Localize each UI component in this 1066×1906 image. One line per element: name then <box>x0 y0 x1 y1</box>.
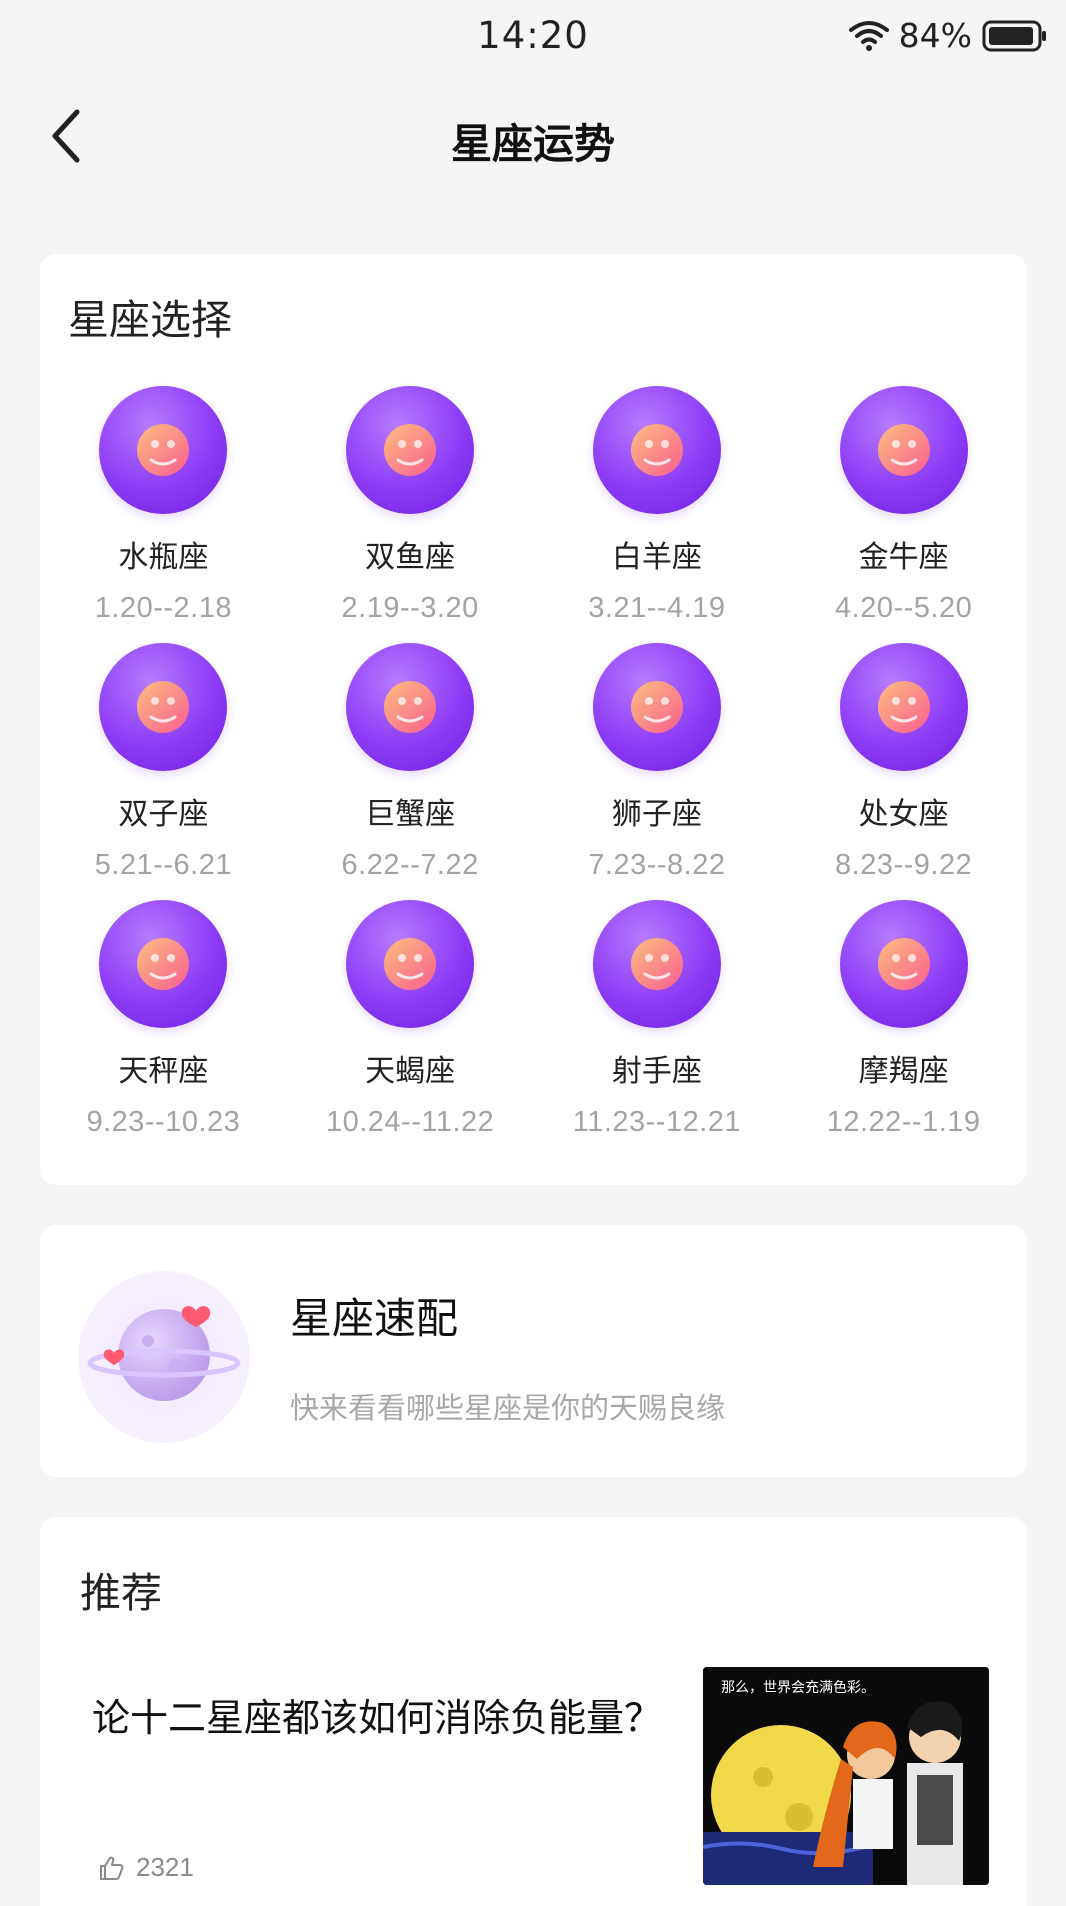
article-thumbnail: 那么，世界会充满色彩。 <box>703 1667 989 1885</box>
capricorn-icon <box>839 900 968 1028</box>
zodiac-name: 双鱼座 <box>365 540 456 575</box>
zodiac-item[interactable]: 金牛座 4.20--5.20 <box>780 386 1027 643</box>
zodiac-item[interactable]: 处女座 8.23--9.22 <box>780 643 1027 900</box>
status-indicators: 84% <box>848 16 1048 55</box>
zodiac-item[interactable]: 双鱼座 2.19--3.20 <box>287 386 534 643</box>
zodiac-name: 水瓶座 <box>118 540 209 575</box>
planet-hearts-icon <box>78 1271 250 1443</box>
zodiac-dates: 6.22--7.22 <box>341 849 479 881</box>
match-subtitle: 快来看看哪些星座是你的天赐良缘 <box>290 1391 726 1425</box>
thumbnail-caption: 那么，世界会充满色彩。 <box>721 1680 875 1696</box>
sagittarius-icon <box>592 900 721 1028</box>
leo-icon <box>592 643 721 771</box>
zodiac-dates: 8.23--9.22 <box>835 849 973 881</box>
zodiac-item[interactable]: 双子座 5.21--6.21 <box>40 643 287 900</box>
taurus-icon <box>839 386 968 514</box>
zodiac-name: 金牛座 <box>858 540 949 575</box>
cancer-icon <box>346 643 475 771</box>
pisces-icon <box>346 386 475 514</box>
virgo-icon <box>839 643 968 771</box>
aquarius-icon <box>99 386 228 514</box>
zodiac-name: 射手座 <box>611 1054 702 1089</box>
zodiac-name: 双子座 <box>118 797 209 832</box>
zodiac-name: 巨蟹座 <box>365 797 456 832</box>
zodiac-dates: 12.22--1.19 <box>826 1106 981 1138</box>
zodiac-match-card[interactable]: 星座速配 快来看看哪些星座是你的天赐良缘 <box>40 1225 1027 1477</box>
zodiac-item[interactable]: 射手座 11.23--12.21 <box>534 900 781 1157</box>
zodiac-dates: 10.24--11.22 <box>325 1106 495 1138</box>
zodiac-item[interactable]: 水瓶座 1.20--2.18 <box>40 386 287 643</box>
zodiac-item[interactable]: 巨蟹座 6.22--7.22 <box>287 643 534 900</box>
wifi-icon <box>848 20 889 51</box>
zodiac-dates: 5.21--6.21 <box>94 849 232 881</box>
zodiac-dates: 2.19--3.20 <box>341 592 479 624</box>
recommend-card: 推荐 论十二星座都该如何消除负能量？ 2321 那么，世界会充满色彩。 <box>40 1517 1027 1906</box>
page-title: 星座运势 <box>451 120 615 168</box>
zodiac-name: 天秤座 <box>118 1054 209 1089</box>
recommend-title: 推荐 <box>80 1569 162 1617</box>
battery-percent: 84% <box>898 16 972 55</box>
article-title: 论十二星座都该如何消除负能量？ <box>92 1696 663 1740</box>
zodiac-dates: 1.20--2.18 <box>94 592 232 624</box>
anime-moon-image <box>703 1667 989 1885</box>
zodiac-item[interactable]: 天蝎座 10.24--11.22 <box>287 900 534 1157</box>
zodiac-dates: 4.20--5.20 <box>835 592 973 624</box>
zodiac-dates: 3.21--4.19 <box>588 592 726 624</box>
scorpio-icon <box>346 900 475 1028</box>
likes-count: 2321 <box>136 1852 194 1882</box>
match-title: 星座速配 <box>290 1294 459 1343</box>
zodiac-name: 狮子座 <box>611 797 702 832</box>
zodiac-item[interactable]: 白羊座 3.21--4.19 <box>534 386 781 643</box>
zodiac-name: 天蝎座 <box>365 1054 456 1089</box>
zodiac-item[interactable]: 天秤座 9.23--10.23 <box>40 900 287 1157</box>
zodiac-dates: 9.23--10.23 <box>86 1106 241 1138</box>
zodiac-name: 摩羯座 <box>858 1054 949 1089</box>
zodiac-name: 白羊座 <box>611 540 702 575</box>
battery-icon <box>982 20 1046 51</box>
zodiac-name: 处女座 <box>858 797 949 832</box>
aries-icon <box>592 386 721 514</box>
zodiac-selection-card: 星座选择 水瓶座 1.20--2.18 双鱼座 2.19--3.20 白羊座 3.21--… <box>40 254 1027 1185</box>
libra-icon <box>99 900 228 1028</box>
article-likes: 2321 <box>98 1852 194 1883</box>
status-bar: 14:20 84% <box>0 0 1066 74</box>
thumbs-up-icon <box>100 1856 124 1880</box>
article-item[interactable]: 论十二星座都该如何消除负能量？ 2321 那么，世界会充满色彩。 <box>40 1667 1027 1906</box>
zodiac-dates: 7.23--8.22 <box>588 849 726 881</box>
nav-header: 星座运势 <box>0 86 1066 186</box>
zodiac-dates: 11.23--12.21 <box>572 1106 742 1138</box>
zodiac-item[interactable]: 摩羯座 12.22--1.19 <box>780 900 1027 1157</box>
section-title: 星座选择 <box>68 296 232 344</box>
zodiac-item[interactable]: 狮子座 7.23--8.22 <box>534 643 781 900</box>
gemini-icon <box>99 643 228 771</box>
zodiac-grid: 水瓶座 1.20--2.18 双鱼座 2.19--3.20 白羊座 3.21--4.19 金… <box>40 386 1027 1157</box>
